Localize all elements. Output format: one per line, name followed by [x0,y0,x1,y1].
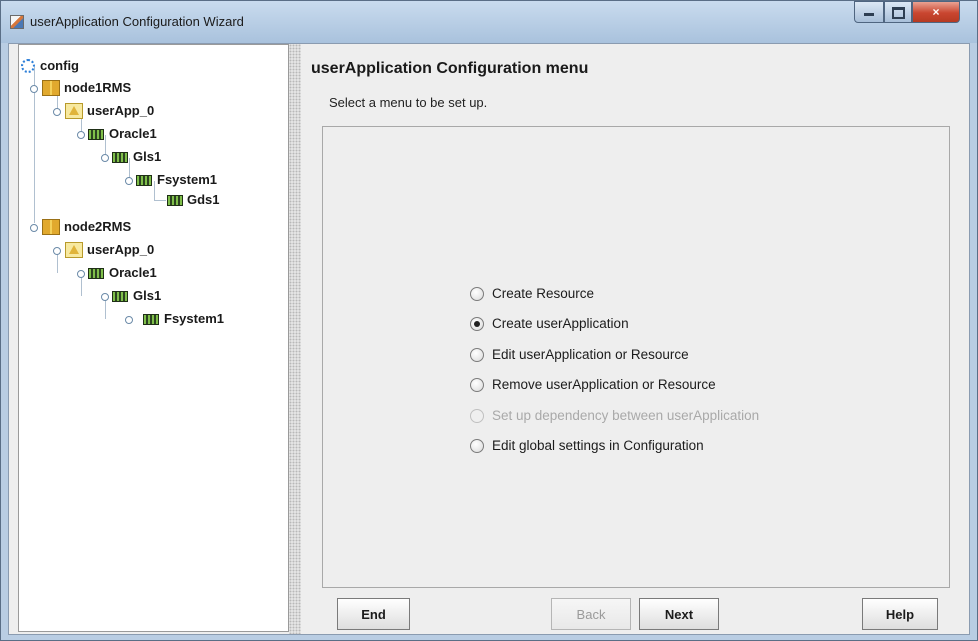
option-label: Create userApplication [492,316,629,331]
expand-icon[interactable] [77,131,85,139]
option-label: Remove userApplication or Resource [492,377,716,392]
config-tree[interactable]: config node1RMS userApp_0 Oracle1 Gls1 F… [18,44,289,632]
expand-icon[interactable] [30,224,38,232]
page-title: userApplication Configuration menu [311,60,589,77]
minimize-icon [864,13,874,16]
config-root-icon [21,59,35,73]
tree-line [154,200,166,201]
option-label: Edit global settings in Configuration [492,438,704,453]
tree-item-label: node1RMS [64,80,132,95]
resource-icon [136,175,152,186]
resource-icon [167,195,183,206]
maximize-button[interactable] [884,1,912,23]
tree-item-label: userApp_0 [87,242,155,257]
option-label: Edit userApplication or Resource [492,347,689,362]
resource-icon [88,268,104,279]
wizard-window: userApplication Configuration Wizard × c… [0,0,978,641]
tree-item-label: config [40,58,79,73]
title-bar[interactable]: userApplication Configuration Wizard × [1,1,977,43]
window-title: userApplication Configuration Wizard [30,14,244,29]
next-button[interactable]: Next [639,598,719,630]
help-button[interactable]: Help [862,598,938,630]
radio-button[interactable] [470,287,484,301]
page-subtitle: Select a menu to be set up. [329,95,488,110]
resource-icon [112,152,128,163]
expand-icon[interactable] [30,85,38,93]
tree-item-label: Gls1 [133,288,162,303]
radio-button[interactable] [470,378,484,392]
radio-button[interactable] [470,439,484,453]
expand-icon[interactable] [101,154,109,162]
radio-button[interactable] [470,348,484,362]
userapp-icon [65,103,83,119]
expand-icon[interactable] [77,270,85,278]
tree-item-label: Fsystem1 [164,311,224,326]
node-icon [42,80,60,96]
java-app-icon [10,15,24,29]
tree-item-label: node2RMS [64,219,132,234]
tree-item-label: Gls1 [133,149,162,164]
resource-icon [143,314,159,325]
collapse-icon[interactable] [125,316,133,324]
expand-icon[interactable] [53,247,61,255]
tree-item-label: Oracle1 [109,265,157,280]
tree-item-label: Gds1 [187,192,220,207]
minimize-button[interactable] [854,1,884,23]
end-button[interactable]: End [337,598,410,630]
split-pane-divider[interactable] [289,44,301,634]
option-label: Create Resource [492,286,595,301]
tree-item-label: userApp_0 [87,103,155,118]
radio-button-selected[interactable] [470,317,484,331]
tree-line [154,181,155,200]
close-icon: × [932,5,940,19]
expand-icon[interactable] [125,177,133,185]
client-area: config node1RMS userApp_0 Oracle1 Gls1 F… [8,43,970,635]
close-button[interactable]: × [912,1,960,23]
resource-icon [88,129,104,140]
userapp-icon [65,242,83,258]
tree-item-label: Fsystem1 [157,172,217,187]
tree-item-label: Oracle1 [109,126,157,141]
node-icon [42,219,60,235]
expand-icon[interactable] [101,293,109,301]
radio-button-disabled [470,409,484,423]
expand-icon[interactable] [53,108,61,116]
option-label: Set up dependency between userApplicatio… [492,408,760,423]
resource-icon [112,291,128,302]
back-button: Back [551,598,631,630]
maximize-icon [891,7,905,19]
